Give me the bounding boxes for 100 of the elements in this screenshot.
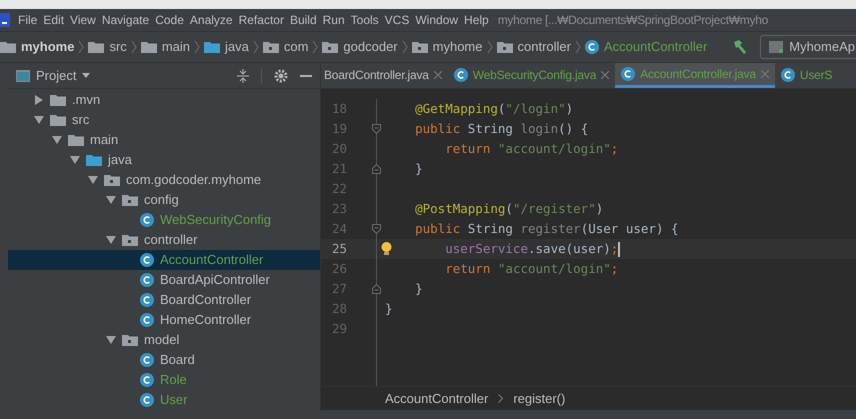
fold-end-icon[interactable] [372, 164, 381, 174]
line-number: 28 [330, 300, 347, 318]
collapse-all-icon[interactable] [237, 68, 249, 82]
tree-item[interactable]: WebSecurityConfig [8, 210, 320, 230]
tree-item-label: Board [160, 351, 195, 370]
chevron-icon [402, 40, 408, 54]
menu-item[interactable]: Code [152, 11, 187, 29]
class-icon [621, 66, 636, 80]
menu-item[interactable]: View [67, 11, 99, 29]
code-line: public String login() { [414, 120, 588, 138]
line-number: 21 [330, 160, 347, 178]
run-configuration-dropdown[interactable]: MyhomeAp [760, 35, 856, 59]
breadcrumb-item[interactable]: myhome [412, 37, 482, 57]
line-number: 25 [330, 240, 347, 258]
chevron-icon [194, 40, 200, 54]
line-number: 22 [330, 180, 347, 198]
menu-item[interactable]: Help [461, 11, 492, 29]
tree-item-label: User [160, 391, 188, 410]
fold-icon[interactable] [372, 124, 381, 134]
breadcrumb-item[interactable]: AccountController [385, 388, 488, 408]
menu-item[interactable]: Run [320, 11, 348, 29]
tree-item[interactable]: controller [8, 230, 320, 250]
collapse-arrow-icon[interactable] [70, 155, 80, 165]
editor-tab[interactable]: WebSecurityConfig.java [448, 63, 616, 88]
tree-item[interactable]: User [8, 390, 320, 410]
tree-item[interactable]: model [8, 330, 320, 350]
editor-tab[interactable]: BoardController.java [321, 63, 448, 88]
close-icon[interactable] [601, 71, 610, 79]
menu-item[interactable]: Window [412, 11, 462, 29]
tree-item[interactable]: src [8, 110, 320, 130]
tree-item[interactable]: com.godcoder.myhome [8, 170, 320, 190]
breadcrumb-item[interactable]: godcoder [322, 37, 398, 57]
fold-icon[interactable] [372, 224, 381, 234]
dropdown-arrow-icon [82, 72, 90, 78]
tree-item[interactable]: BoardController [8, 290, 320, 310]
tree-item-label: src [72, 111, 90, 130]
tree-item-label: model [144, 331, 180, 350]
breadcrumb-item[interactable]: com [262, 37, 308, 57]
hammer-icon[interactable] [732, 39, 748, 55]
menu-item[interactable]: Analyze [186, 11, 236, 29]
collapse-arrow-icon[interactable] [106, 195, 116, 205]
breadcrumb-item[interactable]: register() [513, 388, 566, 408]
class-icon [780, 68, 795, 82]
breadcrumb-item[interactable]: java [204, 37, 249, 57]
tree-item[interactable]: java [8, 150, 320, 170]
menu-item[interactable]: Refactor [236, 11, 287, 29]
tree-item-label: HomeController [160, 311, 252, 330]
tree-item[interactable]: Role [8, 370, 320, 390]
line-number: 26 [330, 260, 347, 278]
window-title: myhome [...₩Documents₩SpringBootProject₩myho [498, 12, 768, 29]
breadcrumb-item[interactable]: controller [496, 37, 571, 57]
tree-item-label: com.godcoder.myhome [126, 171, 262, 190]
project-view-dropdown[interactable]: Project [36, 66, 90, 86]
collapse-arrow-icon[interactable] [34, 115, 44, 125]
menu-item[interactable]: Tools [348, 11, 382, 29]
editor-tab[interactable]: UserS [774, 63, 838, 88]
line-number: 27 [330, 280, 347, 298]
tree-item[interactable]: AccountController [8, 250, 320, 270]
line-number: 19 [330, 120, 347, 138]
code-line: } [414, 280, 423, 298]
tree-item[interactable]: config [8, 190, 320, 210]
tree-item-label: main [90, 131, 118, 150]
tree-item-label: AccountController [160, 251, 264, 270]
collapse-arrow-icon[interactable] [52, 135, 62, 145]
chevron-icon [574, 40, 581, 54]
breadcrumb-item[interactable]: src [88, 37, 127, 57]
chevron-icon [486, 40, 492, 54]
menu-item[interactable]: File [15, 11, 40, 29]
close-icon[interactable] [434, 71, 442, 79]
chevron-icon [130, 40, 137, 54]
lightbulb-icon[interactable] [381, 242, 392, 256]
tree-item-label: WebSecurityConfig [160, 211, 272, 230]
tree-item[interactable]: HomeController [8, 310, 320, 330]
settings-icon[interactable] [274, 68, 288, 82]
collapse-arrow-icon[interactable] [106, 335, 116, 345]
fold-end-icon[interactable] [372, 284, 381, 294]
breadcrumb-item[interactable]: AccountController [584, 37, 708, 57]
expand-arrow-icon[interactable] [34, 95, 44, 105]
tree-item-label: BoardApiController [160, 271, 270, 290]
menu-item[interactable]: Build [286, 11, 320, 29]
collapse-arrow-icon[interactable] [88, 175, 98, 185]
application-icon [769, 41, 784, 53]
collapse-arrow-icon[interactable] [106, 235, 116, 245]
code-line: } [414, 160, 423, 178]
tree-item[interactable]: BoardApiController [8, 270, 320, 290]
breadcrumb-item[interactable]: main [140, 37, 190, 57]
breadcrumb-item[interactable]: myhome [0, 37, 74, 57]
tree-item[interactable]: main [8, 130, 320, 150]
menu-item[interactable]: VCS [382, 11, 412, 29]
menu-item[interactable]: Edit [40, 11, 68, 29]
menu-item[interactable]: Navigate [98, 11, 152, 29]
class-icon [454, 68, 468, 82]
code-line: return "account/login"; [444, 140, 618, 158]
code-line: @PostMapping("/register") [414, 200, 604, 218]
panel-icon [16, 70, 30, 82]
line-number: 18 [330, 100, 347, 118]
line-number: 23 [330, 200, 347, 218]
tree-item[interactable]: Board [8, 350, 320, 370]
tree-item[interactable]: .mvn [8, 90, 320, 110]
tree-item-label: .mvn [72, 91, 100, 110]
